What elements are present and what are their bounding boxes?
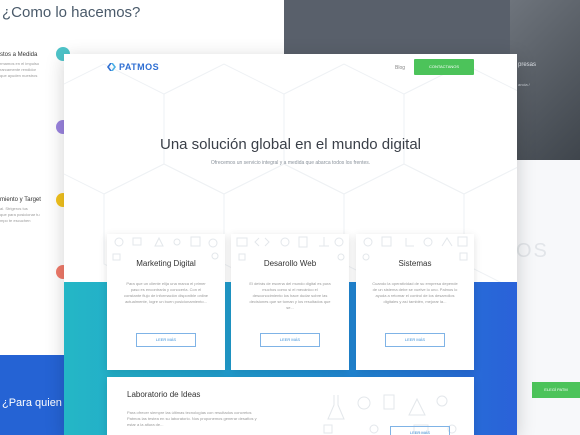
card-title: Marketing Digital xyxy=(136,259,196,268)
main-mockup: PATMOS Blog CONTACTANOS Una solución glo… xyxy=(64,54,517,435)
marketing-icons xyxy=(112,236,219,261)
logo[interactable]: PATMOS xyxy=(107,62,159,72)
service-card-systems: Sistemas Cuando la operatividad de su em… xyxy=(356,234,474,370)
card-title: Sistemas xyxy=(398,259,432,268)
logo-icon xyxy=(107,63,116,71)
read-more-button[interactable]: LEER MÁS xyxy=(136,333,196,347)
section-title: ¿Como lo hacemos? xyxy=(2,4,141,21)
logo-text: PATMOS xyxy=(119,62,160,72)
choose-button[interactable]: ELEGÍ PATM xyxy=(532,382,580,398)
feature-desc: al. Strigeros tus que para posicionar tu… xyxy=(0,206,40,223)
feature-desc: rmamos en el impulso rarcamente rendidor… xyxy=(0,61,40,78)
overlay-subtext: ancia / xyxy=(518,82,530,87)
hero-title: Una solución global en el mundo digital xyxy=(159,136,421,153)
nav-blog-link[interactable]: Blog xyxy=(395,65,405,71)
card-title: Laboratorio de Ideas xyxy=(127,390,201,399)
read-more-button[interactable]: LEER MÁS xyxy=(390,426,450,435)
logo-fragment: OS xyxy=(516,240,549,262)
service-card-web: Desarollo Web El detrás de escena del mu… xyxy=(231,234,349,370)
card-description: Para que un cliente elija una marca el p… xyxy=(123,281,209,304)
web-dev-icons xyxy=(236,236,345,261)
card-description: Cuando la operatividad de su empresa dep… xyxy=(372,281,458,304)
card-description: El detrás de escena del mundo digital es… xyxy=(249,281,331,310)
photo xyxy=(510,0,580,160)
systems-icons xyxy=(362,236,468,261)
card-title: Desarollo Web xyxy=(263,259,317,268)
contact-button[interactable]: CONTACTANOS xyxy=(414,59,474,75)
overlay-text: presas xyxy=(518,62,537,68)
service-card-marketing: Marketing Digital Para que un cliente el… xyxy=(107,234,225,370)
hero-subtitle: Ofrecemos un servicio integral y a medid… xyxy=(210,160,371,166)
read-more-button[interactable]: LEER MÁS xyxy=(385,333,445,347)
lab-card: Laboratorio de Ideas Para ofrecer siempr… xyxy=(107,377,474,435)
card-description: Para ofrecer siempre las últimas tecnolo… xyxy=(127,410,257,427)
section-heading: ¿Para quien l xyxy=(2,397,68,409)
read-more-button[interactable]: LEER MÁS xyxy=(260,333,320,347)
